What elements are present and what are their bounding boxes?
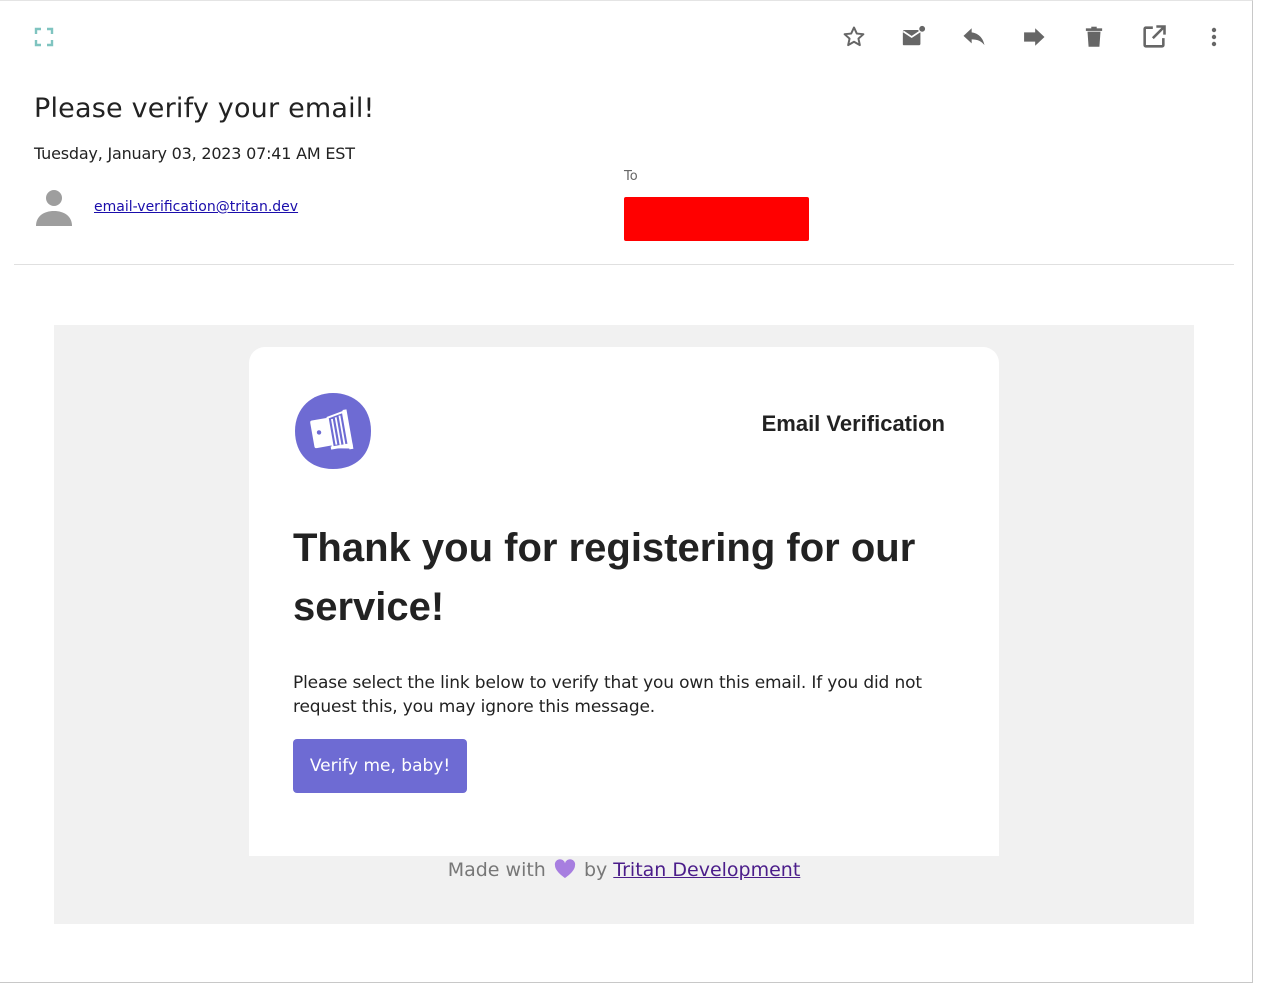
email-date: Tuesday, January 03, 2023 07:41 AM EST: [34, 144, 355, 163]
headline: Thank you for registering for our servic…: [293, 526, 916, 629]
star-icon[interactable]: [830, 21, 878, 53]
forward-icon[interactable]: [1010, 21, 1058, 53]
heart-icon: [554, 859, 576, 887]
email-viewer: Please verify your email! Tuesday, Janua…: [0, 0, 1253, 983]
tritan-development-link[interactable]: Tritan Development: [613, 859, 800, 881]
body-text: Please select the link below to verify t…: [293, 673, 922, 717]
more-vert-icon[interactable]: [1190, 21, 1238, 53]
delete-icon[interactable]: [1070, 21, 1118, 53]
footer-prefix: Made with: [447, 859, 546, 881]
avatar-icon: [34, 187, 74, 227]
verify-button[interactable]: Verify me, baby!: [293, 739, 467, 793]
mark-unread-icon[interactable]: [890, 21, 938, 53]
footer-by: by: [583, 859, 608, 881]
email-footer: Made with by Tritan Development: [249, 856, 999, 887]
redacted-recipient: [624, 197, 809, 241]
sender-address-link[interactable]: email-verification@tritan.dev: [94, 199, 298, 215]
header-divider: [14, 264, 1234, 265]
fullscreen-icon[interactable]: [33, 26, 55, 48]
card-label: Email Verification: [761, 411, 945, 436]
to-label: To: [624, 169, 638, 184]
camera-logo-icon: [294, 392, 372, 470]
open-in-new-icon[interactable]: [1130, 21, 1178, 53]
email-subject: Please verify your email!: [34, 93, 375, 124]
reply-icon[interactable]: [950, 21, 998, 53]
